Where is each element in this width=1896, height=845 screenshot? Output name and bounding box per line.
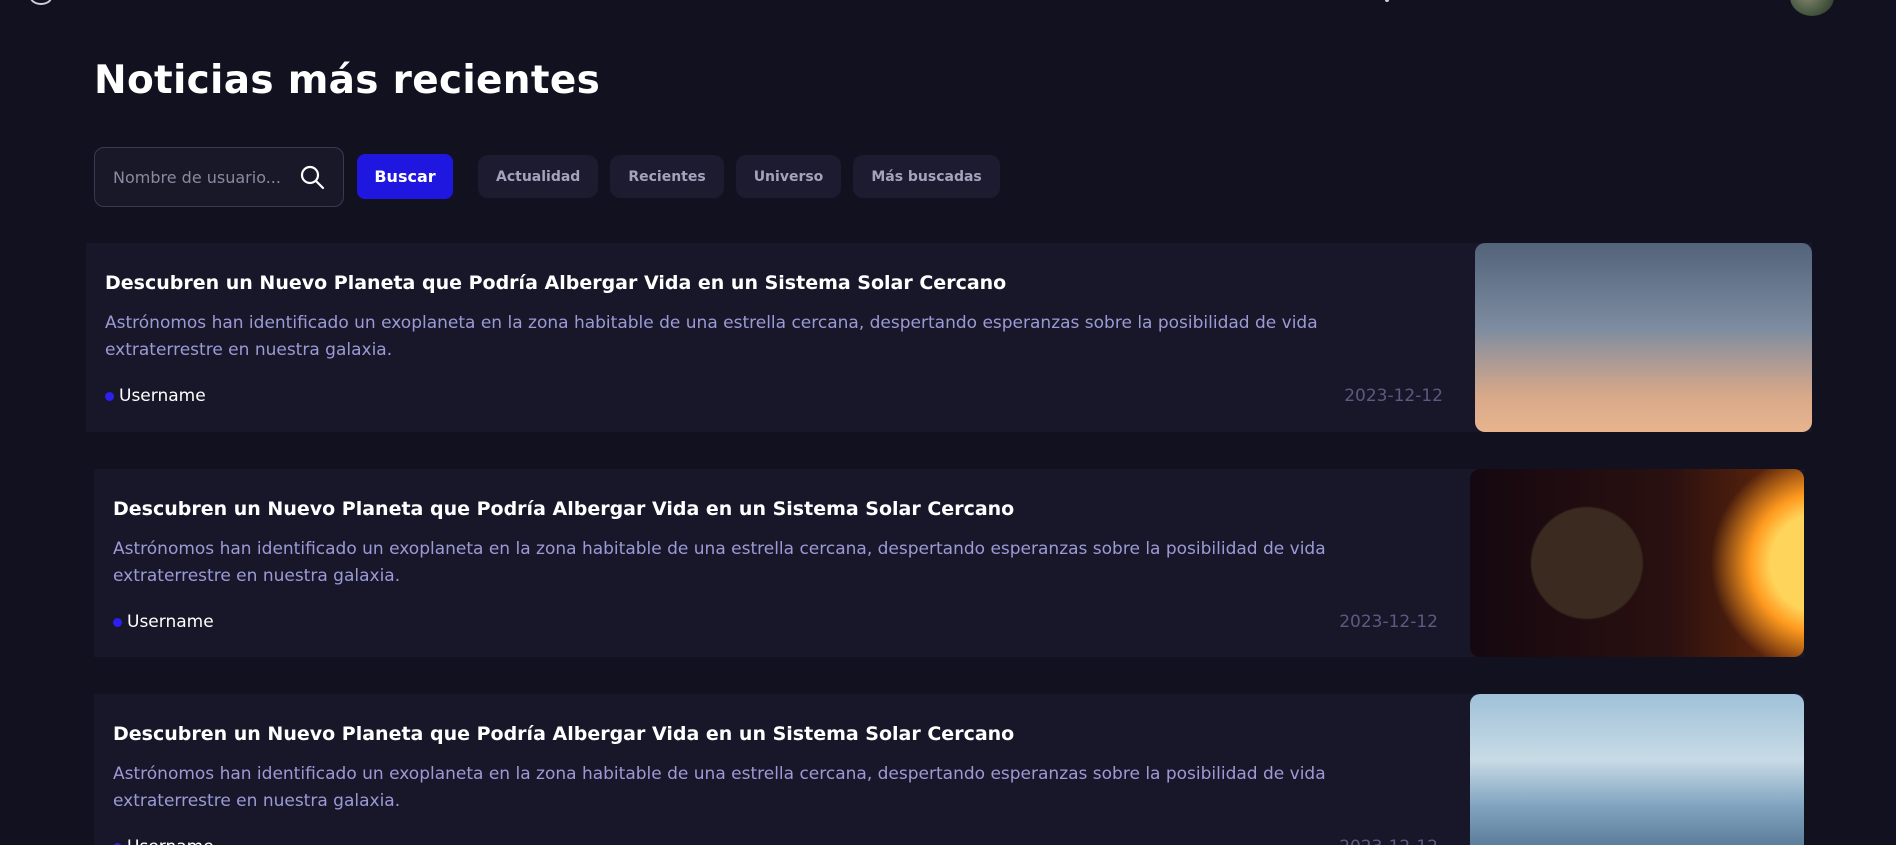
news-card[interactable]: Descubren un Nuevo Planeta que Podría Al… [94,694,1804,845]
topbar-nav-mark[interactable] [1385,0,1389,2]
planet-and-sun-image[interactable] [1470,469,1804,657]
author-dot-icon [105,391,114,401]
page-title: Noticias más recientes [94,58,601,103]
news-date: 2023-12-12 [1339,612,1438,632]
laboratory-image[interactable] [1470,694,1804,845]
news-title[interactable]: Descubren un Nuevo Planeta que Podría Al… [113,723,1451,745]
news-card[interactable]: Descubren un Nuevo Planeta que Podría Al… [86,243,1812,432]
search-input[interactable] [113,167,291,187]
filter-chip-actualidad[interactable]: Actualidad [478,155,599,198]
news-author[interactable]: Username [113,612,214,632]
filter-chips: Actualidad Recientes Universo Más buscad… [478,155,1000,198]
filter-chip-recientes[interactable]: Recientes [610,155,724,198]
filter-chip-universo[interactable]: Universo [735,155,842,198]
news-author[interactable]: Username [105,386,206,406]
news-author[interactable]: Username [113,837,214,845]
news-description: Astrónomos han identificado un exoplanet… [113,764,1326,811]
news-card-body: Descubren un Nuevo Planeta que Podría Al… [94,469,1470,657]
author-name: Username [127,837,214,845]
news-card[interactable]: Descubren un Nuevo Planeta que Podría Al… [94,469,1804,657]
news-description: Astrónomos han identificado un exoplanet… [105,313,1318,360]
author-name: Username [127,612,214,632]
observatory-telescope-image[interactable] [1475,243,1812,432]
search-box[interactable] [94,147,344,207]
news-title[interactable]: Descubren un Nuevo Planeta que Podría Al… [113,498,1451,520]
filter-chip-mas-buscadas[interactable]: Más buscadas [853,155,1000,198]
news-title[interactable]: Descubren un Nuevo Planeta que Podría Al… [105,272,1456,294]
news-date: 2023-12-12 [1344,386,1443,406]
author-dot-icon [113,617,122,627]
user-avatar[interactable] [1790,0,1834,16]
search-button[interactable]: Buscar [357,154,453,199]
news-card-body: Descubren un Nuevo Planeta que Podría Al… [86,243,1475,432]
news-date: 2023-12-12 [1339,837,1438,845]
search-icon[interactable] [299,164,325,190]
news-card-body: Descubren un Nuevo Planeta que Podría Al… [94,694,1470,845]
logo-icon[interactable] [30,0,52,5]
author-name: Username [119,386,206,406]
news-description: Astrónomos han identificado un exoplanet… [113,539,1326,586]
